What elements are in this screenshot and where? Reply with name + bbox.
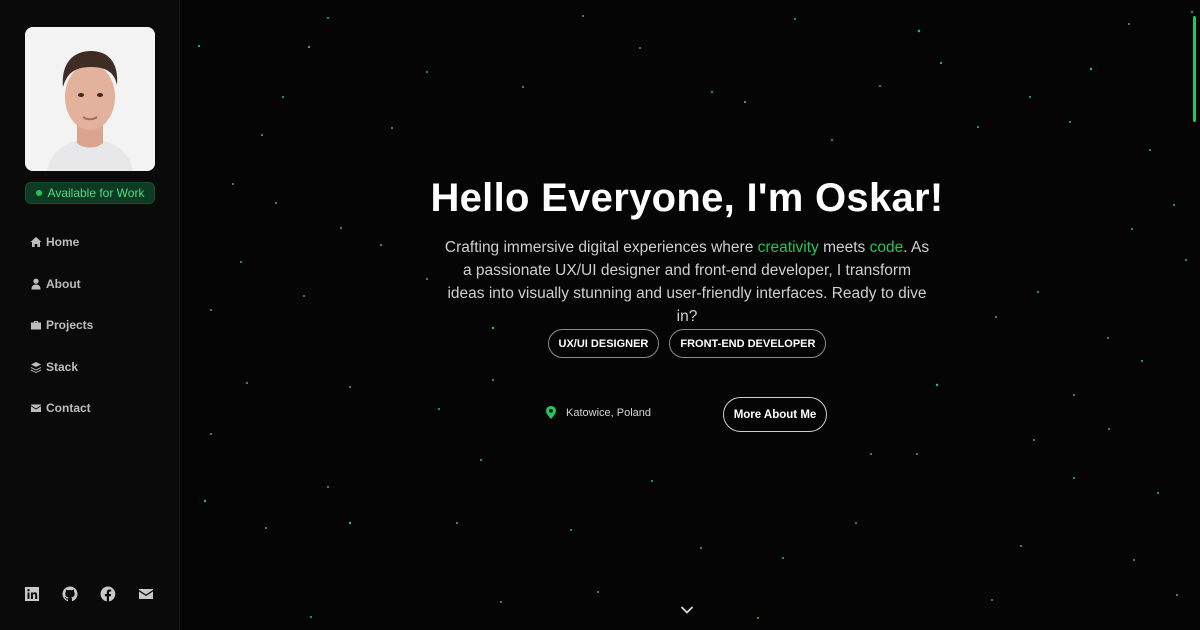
hero-title: Hello Everyone, I'm Oskar! xyxy=(430,176,944,220)
envelope-icon xyxy=(31,404,41,412)
nav-item-projects[interactable]: Projects xyxy=(30,313,93,337)
nav-label: Home xyxy=(46,235,80,249)
social-links xyxy=(24,586,154,602)
hero-section: Hello Everyone, I'm Oskar! Crafting imme… xyxy=(181,0,1200,630)
location: Katowice, Poland xyxy=(546,406,651,419)
linkedin-icon[interactable] xyxy=(24,586,40,602)
user-icon xyxy=(31,278,41,289)
highlight-creativity: creativity xyxy=(757,239,819,256)
nav-label: Projects xyxy=(46,318,94,332)
hero-description: Crafting immersive digital experiences w… xyxy=(443,236,931,328)
home-icon xyxy=(30,237,42,247)
nav-label: Stack xyxy=(46,359,79,374)
tag-frontend-developer: FRONT-END DEVELOPER xyxy=(669,329,827,358)
nav-item-stack[interactable]: Stack xyxy=(30,355,93,379)
scrollbar-thumb[interactable] xyxy=(1193,16,1196,122)
highlight-code: code xyxy=(869,239,904,256)
tag-uxui-designer: UX/UI DESIGNER xyxy=(547,329,660,358)
status-dot xyxy=(35,190,42,196)
status-text: Available for Work xyxy=(47,186,145,200)
nav-label: Contact xyxy=(46,401,91,415)
location-text: Katowice, Poland xyxy=(566,406,651,419)
role-tags: UX/UI DESIGNER FRONT-END DEVELOPER xyxy=(181,329,1193,358)
desc-text: Crafting immersive digital experiences w… xyxy=(444,239,758,256)
github-icon[interactable] xyxy=(62,586,78,602)
nav-label: About xyxy=(46,276,81,291)
sidebar: Available for Work Home About Projects S… xyxy=(0,0,180,630)
sidebar-nav: Home About Projects Stack Contact xyxy=(30,230,93,438)
layers-icon xyxy=(31,361,41,373)
chevron-down-icon[interactable] xyxy=(680,604,694,616)
nav-item-about[interactable]: About xyxy=(30,272,93,296)
avatar xyxy=(25,27,155,171)
facebook-icon[interactable] xyxy=(100,586,116,602)
map-pin-icon xyxy=(546,406,556,419)
nav-item-contact[interactable]: Contact xyxy=(30,396,93,420)
status-badge: Available for Work xyxy=(25,182,155,204)
nav-item-home[interactable]: Home xyxy=(30,230,93,254)
more-about-me-button[interactable]: More About Me xyxy=(723,397,827,432)
briefcase-icon xyxy=(31,321,41,330)
desc-text: meets xyxy=(818,239,870,256)
email-icon[interactable] xyxy=(138,586,154,602)
